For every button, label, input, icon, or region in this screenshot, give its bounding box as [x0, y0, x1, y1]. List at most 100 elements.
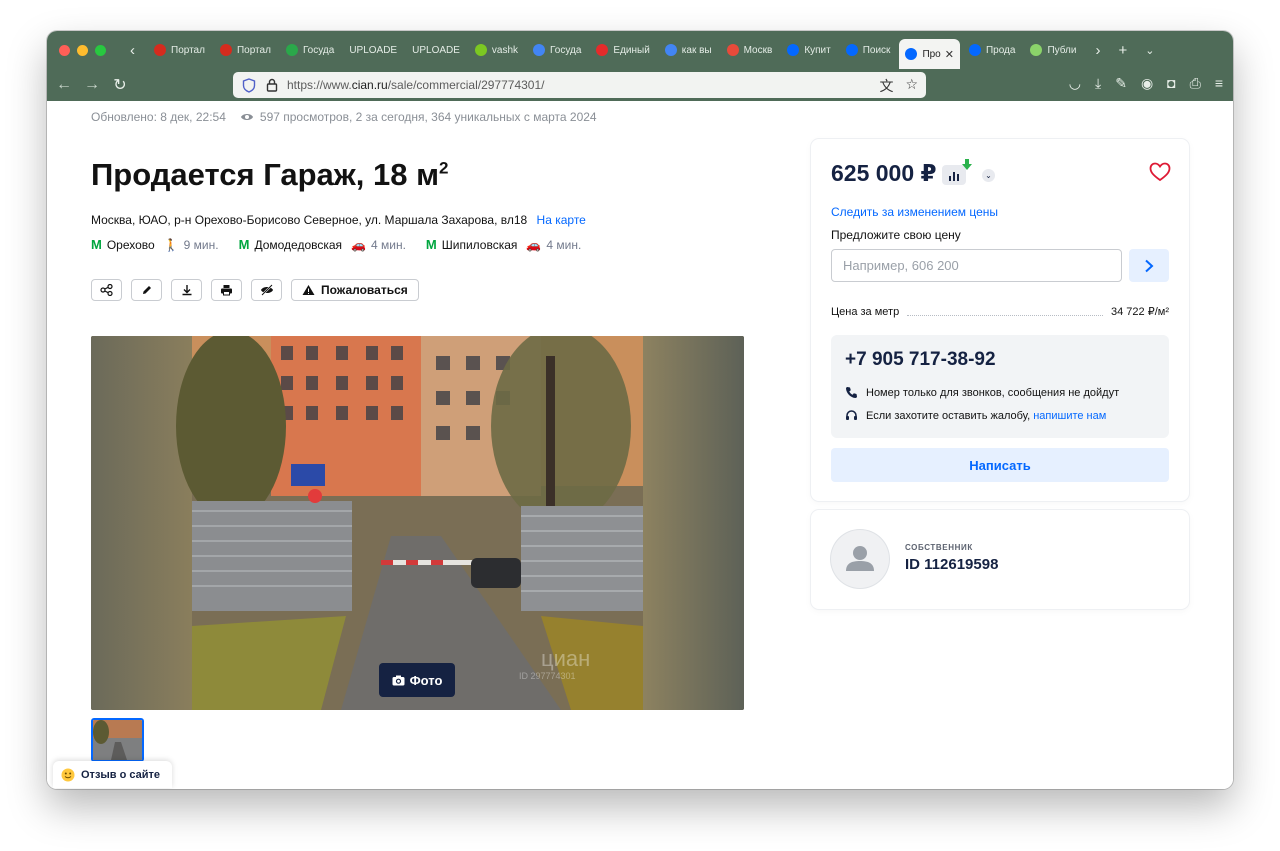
listing-photo[interactable]: циан ID 297774301 [91, 336, 744, 710]
phone-number[interactable]: +7 905 717-38-92 [845, 349, 996, 371]
new-tab-button[interactable]: + [1118, 42, 1127, 59]
owner-card: СОБСТВЕННИК ID 112619598 [811, 510, 1189, 609]
close-window-button[interactable] [59, 44, 70, 56]
phone-box: +7 905 717-38-92 Номер только для звонко… [831, 335, 1169, 438]
tab-favicon-icon [845, 44, 858, 56]
zoom-window-button[interactable] [95, 44, 106, 56]
address-bar[interactable]: https://www.cian.ru/sale/commercial/2977… [233, 72, 926, 98]
metro-travel-time: 4 мин. [546, 237, 582, 252]
warning-icon [302, 285, 315, 295]
share-icon[interactable]: ⎙ [1190, 75, 1201, 92]
tab-favicon-icon [968, 44, 981, 56]
browser-tab[interactable]: Портал [148, 37, 211, 63]
walk-icon: 🚶 [163, 237, 179, 252]
tab-favicon-icon [787, 44, 800, 56]
tab-strip: ‹ Портал Портал Госуда UPLOADE UPLOADE vashk Г… [47, 31, 1233, 69]
smiley-icon [61, 768, 75, 781]
tab-label: Единый [613, 44, 650, 56]
hide-listing-button[interactable] [251, 279, 282, 301]
metro-icon: M [91, 237, 102, 252]
metro-station-name[interactable]: Шипиловская [442, 238, 518, 252]
owner-avatar[interactable] [831, 530, 889, 588]
close-tab-icon[interactable]: ✕ [945, 48, 954, 61]
metro-station-name[interactable]: Домодедовская [254, 238, 342, 252]
menu-icon[interactable]: ≡ [1215, 75, 1223, 92]
metro-list: M Орехово 🚶 9 мин. M Домодедовская 🚗 4 мин. M Шип… [91, 237, 581, 252]
share-button[interactable] [91, 279, 122, 301]
phone-icon [846, 387, 857, 398]
browser-tab[interactable]: Госуда [527, 37, 587, 63]
browser-tab[interactable]: vashk [469, 37, 524, 63]
price-details-chevron-icon[interactable]: ⌄ [982, 169, 995, 182]
print-button[interactable] [211, 279, 242, 301]
browser-tab[interactable]: UPLOADE [343, 37, 403, 63]
downloads-icon[interactable]: ⤓ [1095, 75, 1101, 92]
browser-tab[interactable]: Прода [963, 37, 1022, 63]
bookmark-star-icon[interactable]: ☆ [905, 76, 918, 96]
lock-icon[interactable] [265, 78, 279, 92]
browser-tab[interactable]: UPLOADE [406, 37, 466, 63]
tab-favicon-icon [1030, 44, 1043, 56]
price-card: 625 000 ₽ ⌄ Следить за изменением цены П… [811, 139, 1189, 501]
offer-price-input[interactable]: Например, 606 200 [831, 249, 1122, 282]
owner-id[interactable]: ID 112619598 [905, 556, 998, 573]
tab-label: Купит [804, 44, 831, 56]
pocket-icon[interactable]: ◡ [1069, 75, 1081, 92]
tab-label: UPLOADE [349, 44, 398, 56]
add-note-button[interactable] [131, 279, 162, 301]
browser-tab[interactable]: Поиск [840, 37, 897, 63]
download-button[interactable] [171, 279, 202, 301]
report-label: Пожаловаться [321, 283, 408, 297]
gallery-thumbnail[interactable] [91, 718, 144, 762]
photo-button[interactable]: Фото [379, 663, 455, 697]
tab-label: vashk [491, 44, 519, 56]
tab-label: Госуда [302, 44, 335, 56]
url-actions: 文 ☆ [879, 76, 918, 96]
feedback-label: Отзыв о сайте [81, 768, 161, 781]
minimize-window-button[interactable] [77, 44, 88, 56]
views-info: 597 просмотров, 2 за сегодня, 364 уникал… [240, 110, 597, 124]
owner-role: СОБСТВЕННИК [905, 543, 973, 552]
tab-scroll-right-icon[interactable]: › [1095, 42, 1100, 59]
offer-submit-button[interactable] [1129, 249, 1169, 282]
account-icon[interactable]: ◉ [1141, 75, 1153, 92]
photo-gallery[interactable]: циан ID 297774301 Фото [91, 336, 744, 710]
offer-price-label: Предложите свою цену [831, 228, 961, 242]
browser-tab[interactable]: Портал [214, 37, 277, 63]
browser-tab[interactable]: Купит [781, 37, 836, 63]
tab-list-dropdown-icon[interactable]: ⌄ [1145, 44, 1154, 57]
metro-icon: M [238, 237, 250, 252]
report-button[interactable]: Пожаловаться [291, 279, 419, 301]
watermark-id: ID 297774301 [519, 671, 576, 681]
forward-button[interactable]: → [81, 76, 103, 94]
write-message-button[interactable]: Написать [831, 448, 1169, 482]
url-text[interactable]: https://www.cian.ru/sale/commercial/2977… [287, 78, 544, 92]
translate-icon[interactable]: 文 [879, 76, 893, 96]
browser-tab[interactable]: Единый [590, 37, 655, 63]
tab-favicon-icon [285, 44, 298, 56]
browser-tab[interactable]: как вы [659, 37, 718, 63]
shield-icon[interactable] [241, 77, 257, 93]
favorite-heart-icon[interactable] [1149, 162, 1171, 182]
metro-station-name[interactable]: Орехово [107, 238, 155, 252]
tools-wrench-icon[interactable]: ✎ [1115, 75, 1127, 92]
eye-slash-icon [260, 284, 273, 296]
browser-tab[interactable]: Москв [721, 37, 779, 63]
site-feedback-button[interactable]: Отзыв о сайте [53, 761, 173, 788]
complaint-link[interactable]: напишите нам [1033, 410, 1106, 422]
thumbnail-image[interactable] [93, 720, 142, 760]
headset-icon [846, 410, 857, 420]
browser-tab[interactable]: Публи [1024, 37, 1082, 63]
reload-button[interactable]: ↻ [109, 75, 131, 95]
tab-favicon-icon [219, 44, 232, 56]
window-controls [59, 44, 106, 56]
nav-toolbar: ← → ↻ https://www.cian.ru/sale/commercia… [47, 69, 1233, 101]
browser-tab[interactable]: Госуда [280, 37, 340, 63]
browser-tab[interactable]: Про ✕ [899, 39, 960, 69]
tab-scroll-left-icon[interactable]: ‹ [130, 42, 146, 59]
back-button[interactable]: ← [53, 76, 75, 94]
metro-travel-time: 9 мин. [183, 237, 219, 252]
extension-shield-icon[interactable]: ◘ [1167, 75, 1175, 92]
follow-price-link[interactable]: Следить за изменением цены [831, 205, 998, 219]
map-link[interactable]: На карте [537, 213, 586, 227]
